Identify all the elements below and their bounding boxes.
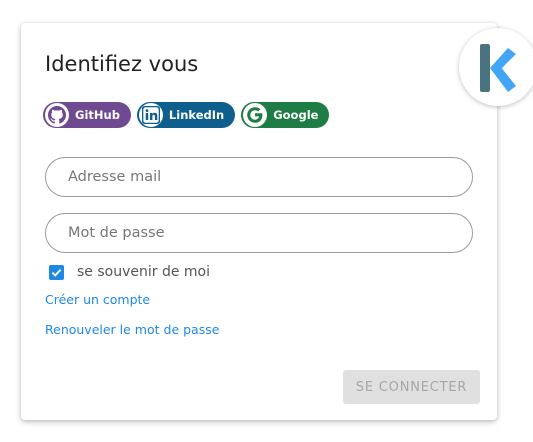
- password-field[interactable]: [45, 213, 473, 253]
- github-login-button[interactable]: GitHub: [43, 102, 131, 128]
- google-login-button[interactable]: Google: [241, 102, 330, 128]
- github-icon: [45, 103, 69, 127]
- brand-logo: [459, 28, 533, 106]
- check-icon: [51, 268, 62, 277]
- remember-me-label: se souvenir de moi: [77, 264, 210, 280]
- k-logo: [480, 44, 516, 92]
- google-label: Google: [273, 108, 319, 122]
- github-label: GitHub: [75, 108, 120, 122]
- google-icon: [243, 103, 268, 127]
- linkedin-login-button[interactable]: LinkedIn: [136, 102, 236, 128]
- social-login-row: GitHub LinkedIn Google: [43, 102, 330, 128]
- page-title: Identifiez vous: [45, 52, 199, 76]
- login-button[interactable]: SE CONNECTER: [343, 370, 480, 404]
- login-card: Identifiez vous GitHub LinkedIn Google A…: [21, 23, 533, 420]
- create-account-link[interactable]: Créer un compte: [45, 292, 150, 307]
- linkedin-label: LinkedIn: [168, 108, 225, 122]
- remember-me-checkbox[interactable]: [49, 264, 64, 280]
- remember-me[interactable]: se souvenir de moi: [49, 264, 210, 280]
- linkedin-icon: [138, 103, 163, 127]
- email-field[interactable]: [45, 157, 473, 197]
- reset-password-link[interactable]: Renouveler le mot de passe: [45, 322, 219, 337]
